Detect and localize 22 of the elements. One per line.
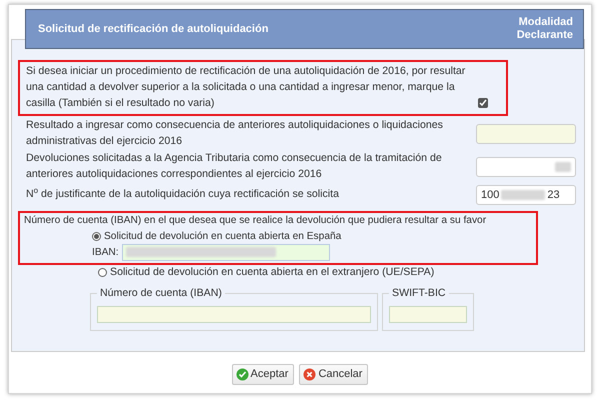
- account-heading: Número de cuenta (IBAN) en el que desea que se realice la devolución que pudiera resultar a su favor: [24, 214, 488, 228]
- rectify-text: Si desea iniciar un procedimiento de rectificación de una autoliquidación de 2016, por resultar una cantidad a devolver superior a la solicitada o una cantidad a ingresar menor, marque la casilla (También si el resultado no varia): [26, 64, 466, 111]
- iban-label: IBAN:: [92, 246, 119, 260]
- input-field[interactable]: [476, 157, 576, 178]
- input-field[interactable]: [97, 306, 371, 323]
- field-label: Resultado a ingresar como consecuencia de anteriores autoliquidaciones o liquidaciones administrativas del ejercicio 2016: [26, 118, 444, 149]
- input-field[interactable]: 100 23: [476, 185, 576, 206]
- radio-button[interactable]: [98, 268, 107, 278]
- field-label: N$^{o}$ de justificante de la autoliquidación cuya rectificación se solicita: [26, 187, 340, 202]
- rectify-checkbox[interactable]: [478, 98, 488, 108]
- cancel-button[interactable]: Cancelar: [299, 364, 368, 386]
- input-field[interactable]: [476, 124, 576, 144]
- accept-button[interactable]: Aceptar: [232, 364, 294, 386]
- iban-field[interactable]: [122, 244, 330, 261]
- dialog-title: Solicitud de rectificación de autoliquidación: [38, 22, 268, 37]
- check-icon: [236, 368, 249, 382]
- radio-label[interactable]: Solicitud de devolución en cuenta abierta en España: [104, 228, 342, 244]
- radio-label[interactable]: Solicitud de devolución en cuenta abierta en el extranjero (UE/SEPA): [110, 264, 434, 281]
- mode-label: Modalidad Declarante: [516, 16, 573, 42]
- close-icon: [303, 368, 316, 382]
- radio-button[interactable]: [92, 232, 101, 241]
- input-field[interactable]: [389, 306, 467, 323]
